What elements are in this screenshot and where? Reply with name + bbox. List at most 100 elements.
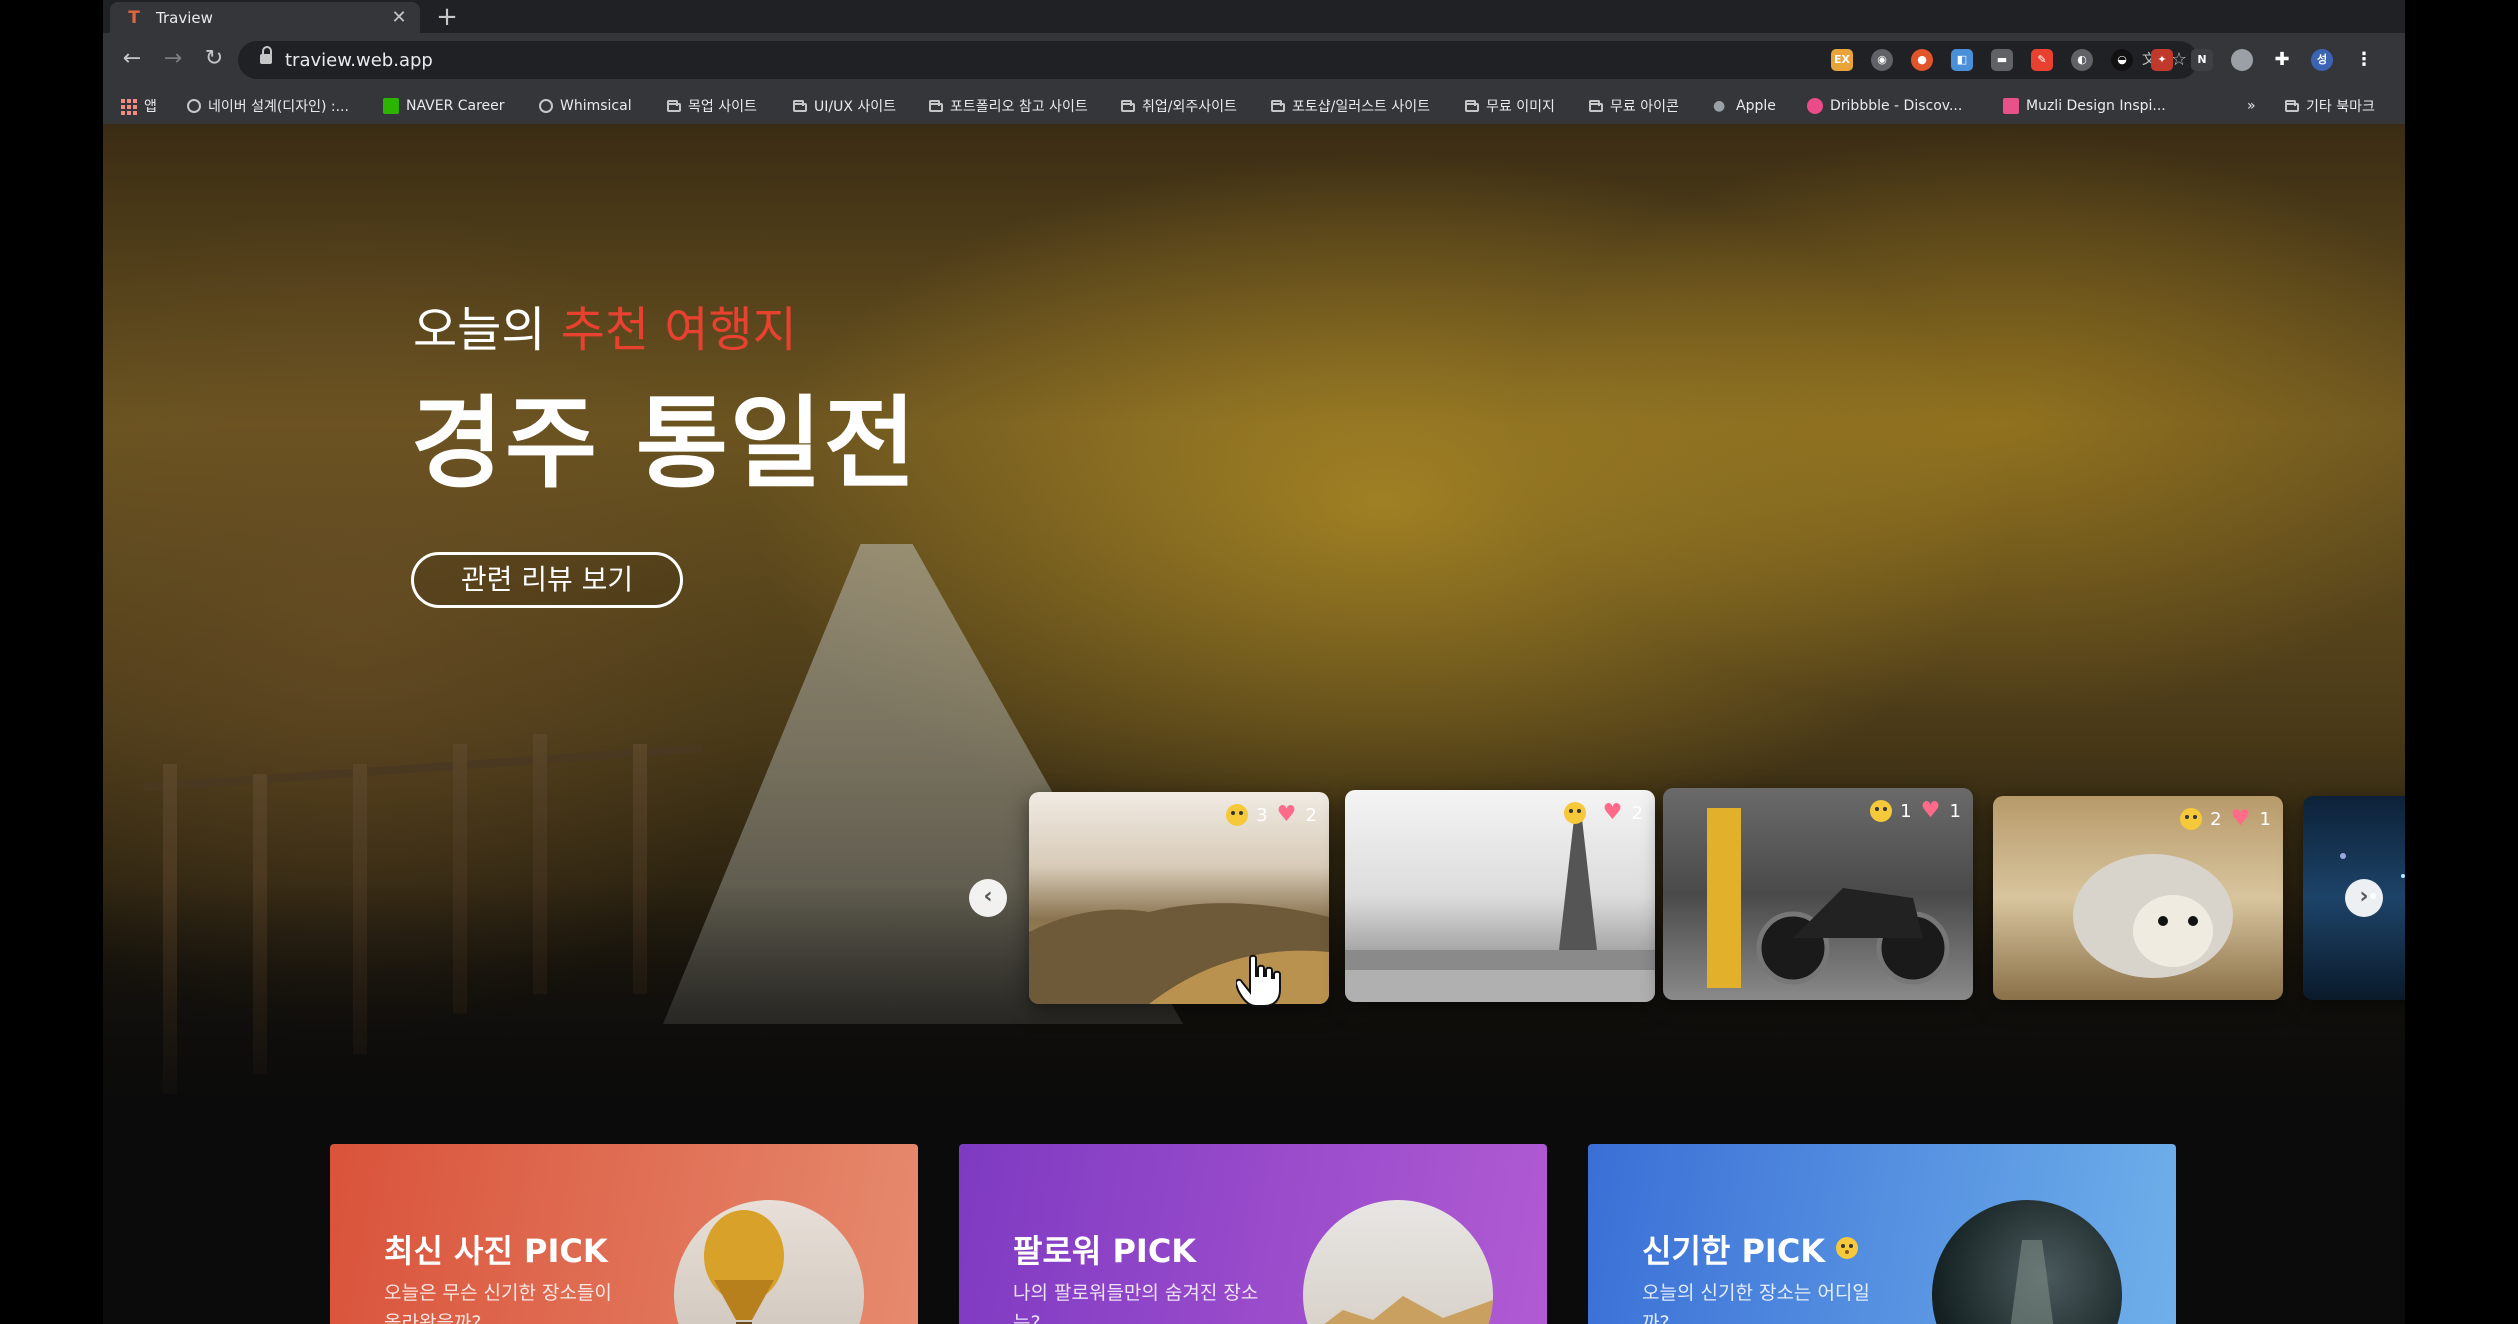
carousel-prev-button[interactable]: ‹: [969, 879, 1007, 917]
folder-icon: [793, 99, 807, 112]
apple-icon: ●: [1713, 98, 1726, 114]
profile-avatar-icon[interactable]: 성: [2311, 49, 2333, 71]
photo-carousel: 3 ♥ 2 ♥ 2 1 ♥ 1 2 ♥ 1 ‹ ›: [925, 788, 2405, 1010]
bookmark-apple[interactable]: ● Apple: [1713, 96, 1776, 116]
hero-subtitle-highlight: 추천 여행지: [560, 302, 797, 358]
carousel-card-hedgehog[interactable]: 2 ♥ 1: [1993, 796, 2283, 1000]
hero-section: 오늘의 추천 여행지 경주 통일전 관련 리뷰 보기 3 ♥ 2 ♥ 2 1 ♥…: [103, 124, 2405, 1124]
extension-8-icon[interactable]: ◒: [2111, 49, 2133, 71]
tab-title: Traview: [156, 8, 213, 27]
carousel-next-button[interactable]: ›: [2345, 879, 2383, 917]
pick-title: 신기한 PICK: [1642, 1226, 1859, 1272]
bookmark-uiux[interactable]: UI/UX 사이트: [793, 96, 896, 116]
carousel-card-eiffel[interactable]: ♥ 2: [1345, 790, 1655, 1002]
muzli-icon: [2003, 98, 2019, 114]
carousel-card-mountain[interactable]: 3 ♥ 2: [1029, 792, 1329, 1004]
card-reactions: 1 ♥ 1: [1870, 800, 1961, 822]
forward-arrow-icon[interactable]: →: [158, 44, 188, 74]
cave-photo: [2010, 1240, 2054, 1324]
card-reactions: 3 ♥ 2: [1226, 804, 1317, 826]
extension-9-icon[interactable]: ✦: [2151, 49, 2173, 71]
reload-icon[interactable]: ↻: [199, 44, 229, 74]
bookmark-free-images[interactable]: 무료 이미지: [1465, 96, 1555, 116]
extension-6-icon[interactable]: ✎: [2031, 49, 2053, 71]
card-reactions: 2 ♥ 1: [2180, 808, 2271, 830]
balloon-photo: [704, 1210, 784, 1324]
hero-fence-image: [143, 744, 703, 792]
folder-icon: [1465, 99, 1479, 112]
wow-emoji-icon: [1563, 802, 1586, 824]
folder-icon: [1589, 99, 1603, 112]
address-bar[interactable]: traview.web.app 文 ☆: [238, 41, 2198, 79]
bookmarks-overflow-button[interactable]: »: [2247, 96, 2256, 116]
amazing-pick-card[interactable]: 신기한 PICK 오늘의 신기한 장소는 어디일까?: [1588, 1144, 2176, 1324]
hero-title: 경주 통일전: [411, 385, 918, 502]
bookmark-photoshop[interactable]: 포토샵/일러스트 사이트: [1271, 96, 1430, 116]
pick-image-cave: [1932, 1200, 2122, 1324]
folder-icon: [667, 99, 681, 112]
carousel-card-motorcycle[interactable]: 1 ♥ 1: [1663, 788, 1973, 1000]
bookmark-whimsical[interactable]: Whimsical: [539, 96, 632, 116]
follower-pick-card[interactable]: 팔로워 PICK 나의 팔로워들만의 숨겨진 장소는?: [959, 1144, 1547, 1324]
new-tab-icon[interactable]: +: [433, 3, 461, 31]
latest-photo-pick-card[interactable]: 최신 사진 PICK 오늘은 무슨 신기한 장소들이 올라왔을까?: [330, 1144, 918, 1324]
extension-4-icon[interactable]: ◧: [1951, 49, 1973, 71]
view-reviews-button[interactable]: 관련 리뷰 보기: [411, 552, 683, 608]
wow-emoji-icon: [1870, 800, 1893, 822]
heart-icon[interactable]: ♥: [1276, 804, 1298, 826]
heart-icon[interactable]: ♥: [2230, 808, 2252, 830]
bookmark-muzli[interactable]: Muzli Design Inspi...: [2003, 96, 2166, 116]
pick-title: 팔로워 PICK: [1013, 1232, 1197, 1270]
notion-icon[interactable]: N: [2191, 49, 2213, 71]
extension-10-icon[interactable]: [2231, 49, 2253, 71]
bookmark-jobs[interactable]: 취업/외주사이트: [1121, 96, 1237, 116]
pick-description: 오늘은 무슨 신기한 장소들이 올라왔을까?: [384, 1282, 612, 1324]
globe-icon: [539, 99, 553, 113]
heart-icon[interactable]: ♥: [1920, 800, 1942, 822]
folder-icon: [929, 99, 943, 112]
pick-image-balloon: [674, 1200, 864, 1324]
wow-emoji-icon: [2180, 808, 2203, 830]
bookmark-mockup[interactable]: 목업 사이트: [667, 96, 757, 116]
extensions-puzzle-icon[interactable]: ✚: [2271, 49, 2293, 71]
bookmark-free-icons[interactable]: 무료 아이콘: [1589, 96, 1679, 116]
bookmark-naver-career[interactable]: NAVER Career: [383, 96, 505, 116]
lock-icon: [260, 46, 272, 66]
bookmark-naver-design[interactable]: 네이버 설계(디자인) :...: [187, 96, 349, 116]
close-tab-icon[interactable]: ✕: [388, 7, 410, 29]
url-text: traview.web.app: [285, 50, 433, 71]
menu-kebab-icon[interactable]: ⋮: [2353, 49, 2375, 71]
extension-1-icon[interactable]: EX: [1831, 49, 1853, 71]
extension-5-icon[interactable]: ▬: [1991, 49, 2013, 71]
pick-image-landscape: [1303, 1200, 1493, 1324]
extension-3-icon[interactable]: ●: [1911, 49, 1933, 71]
browser-window: T Traview ✕ + ← → ↻ traview.web.app 文 ☆ …: [103, 0, 2405, 1324]
globe-icon: [187, 99, 201, 113]
extension-7-icon[interactable]: ◐: [2071, 49, 2093, 71]
pick-title: 최신 사진 PICK: [384, 1232, 608, 1270]
tab-bar: T Traview ✕ +: [103, 0, 2405, 33]
naver-icon: [383, 98, 399, 114]
bookmarks-bar: 앱 네이버 설계(디자인) :... NAVER Career Whimsica…: [103, 87, 2405, 125]
heart-icon[interactable]: ♥: [1602, 802, 1624, 824]
browser-toolbar: ← → ↻ traview.web.app 文 ☆ EX ◉ ● ◧ ▬ ✎ ◐…: [103, 33, 2405, 87]
bookmark-apps[interactable]: 앱: [121, 96, 157, 116]
tab-traview[interactable]: T Traview ✕: [110, 2, 420, 33]
traview-favicon-icon: T: [128, 7, 140, 28]
back-arrow-icon[interactable]: ←: [117, 44, 147, 74]
folder-icon: [1271, 99, 1285, 112]
bookmark-portfolio[interactable]: 포트폴리오 참고 사이트: [929, 96, 1088, 116]
extension-2-icon[interactable]: ◉: [1871, 49, 1893, 71]
bookmark-dribbble[interactable]: Dribbble - Discov...: [1807, 96, 1962, 116]
apps-grid-icon: [121, 99, 137, 115]
folder-icon: [1121, 99, 1135, 112]
card-reactions: ♥ 2: [1563, 802, 1643, 824]
bookmark-other[interactable]: 기타 북마크: [2285, 96, 2375, 116]
folder-icon: [2285, 99, 2299, 112]
wow-emoji-icon: [1226, 804, 1249, 826]
landscape-photo: [1324, 1296, 1493, 1324]
hand-cursor-icon: [1236, 954, 1281, 1007]
pick-description: 나의 팔로워들만의 숨겨진 장소는?: [1013, 1282, 1259, 1324]
wow-emoji-icon: [1836, 1237, 1859, 1259]
dribbble-icon: [1807, 98, 1823, 114]
